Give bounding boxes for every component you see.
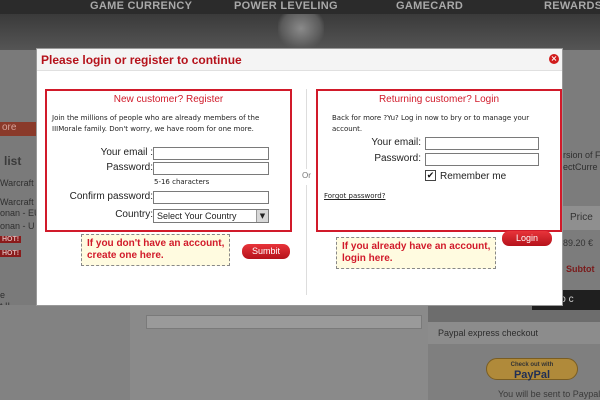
nav-rewards[interactable]: REWARDS <box>544 0 600 12</box>
screen: GAME CURRENCY POWER LEVELING GAMECARD RE… <box>0 0 600 400</box>
register-email-input[interactable] <box>153 147 269 160</box>
panel-divider-bottom <box>306 185 307 295</box>
sidebar-game-item[interactable]: HOT! <box>0 247 22 257</box>
hero-character-image <box>278 14 324 50</box>
nav-power-leveling[interactable]: POWER LEVELING <box>234 0 338 12</box>
center-lower-bar <box>146 315 422 329</box>
sidebar-game-item[interactable]: Warcraft <box>0 178 34 188</box>
chevron-down-icon[interactable]: ▼ <box>256 210 268 222</box>
sidebar-game-item-label: HOT! <box>0 236 22 243</box>
login-email-label: Your email: <box>371 137 421 148</box>
confirm-password-label: Confirm password: <box>69 191 153 202</box>
register-submit-button[interactable]: Sumbit <box>242 244 290 259</box>
login-callout-line-2: login here. <box>342 253 393 264</box>
nav-gamecard[interactable]: GAMECARD <box>396 0 463 12</box>
country-label: Country: <box>115 209 153 220</box>
sidebar-tab[interactable]: ore <box>0 122 38 136</box>
login-password-label: Password: <box>374 153 421 164</box>
or-separator: Or <box>302 171 311 180</box>
login-register-modal: Please login or register to continue × N… <box>36 48 563 306</box>
right-text-currency: ectCurre <box>563 162 598 172</box>
register-callout-line-2: create one here. <box>87 250 164 261</box>
sidebar-game-item-label: Warcraft <box>0 197 34 207</box>
top-navigation: GAME CURRENCY POWER LEVELING GAMECARD RE… <box>0 0 600 14</box>
login-panel: Returning customer? Login Back for more … <box>316 89 562 232</box>
subtotal-label: Subtot <box>566 264 595 274</box>
forgot-password-link[interactable]: Forgot password? <box>324 192 385 200</box>
sidebar-game-item-label: HOT! <box>0 250 22 257</box>
register-callout: If you don't have an account, create one… <box>81 234 231 266</box>
nav-game-currency[interactable]: GAME CURRENCY <box>90 0 192 12</box>
close-icon[interactable]: × <box>549 54 559 64</box>
register-password-label: Password: <box>106 162 153 173</box>
paypal-note: You will be sent to Paypal first <box>498 389 600 399</box>
panel-divider-top <box>306 89 307 169</box>
modal-title: Please login or register to continue <box>41 53 242 67</box>
login-callout-line-1: If you already have an account, <box>342 241 491 252</box>
register-password-input[interactable] <box>153 162 269 175</box>
sidebar-game-item[interactable]: e <box>0 290 5 300</box>
right-text-version: rsion of F <box>563 150 600 160</box>
register-panel: New customer? Register Join the millions… <box>45 89 292 232</box>
sidebar-game-item[interactable]: Warcraft <box>0 197 34 207</box>
paypal-checkout-button[interactable]: Check out with PayPal <box>486 358 578 381</box>
login-password-input[interactable] <box>425 153 539 166</box>
login-submit-button[interactable]: Login <box>502 231 552 246</box>
password-hint: 5-16 characters <box>154 178 210 186</box>
register-email-label: Your email : <box>100 147 153 158</box>
register-title: New customer? Register <box>113 94 224 105</box>
paypal-logo-text: PayPal <box>513 369 551 381</box>
sidebar-game-item-label: Warcraft <box>0 178 34 188</box>
price-column-header: Price <box>562 206 600 230</box>
confirm-password-input[interactable] <box>153 191 269 204</box>
register-callout-line-1: If you don't have an account, <box>87 238 225 249</box>
price-value: 89.20 € <box>563 238 594 248</box>
login-description: Back for more ?Yu? Log in now to bry or … <box>332 114 530 133</box>
login-email-input[interactable] <box>425 137 539 150</box>
remember-me-label: Remember me <box>440 171 507 182</box>
country-select-value: Select Your Country <box>157 211 237 221</box>
left-lower-panel <box>0 305 130 400</box>
sidebar-title: list <box>4 154 22 168</box>
paypal-section-header: Paypal express checkout <box>428 322 600 344</box>
sidebar-game-item-label: onan - U <box>0 221 35 231</box>
sidebar-game-item[interactable]: HOT! <box>0 233 22 243</box>
login-callout: If you already have an account, login he… <box>336 237 497 269</box>
remember-me-checkbox[interactable]: ✔ <box>425 170 436 181</box>
hero-banner <box>0 14 600 50</box>
login-title: Returning customer? Login <box>378 94 500 105</box>
country-select[interactable]: Select Your Country ▼ <box>153 209 269 223</box>
modal-header: Please login or register to continue × <box>37 49 562 71</box>
register-description: Join the millions of people who are alre… <box>52 114 260 133</box>
sidebar-game-item-label: onan - EU <box>0 208 41 218</box>
sidebar-game-item-label: e <box>0 290 6 300</box>
